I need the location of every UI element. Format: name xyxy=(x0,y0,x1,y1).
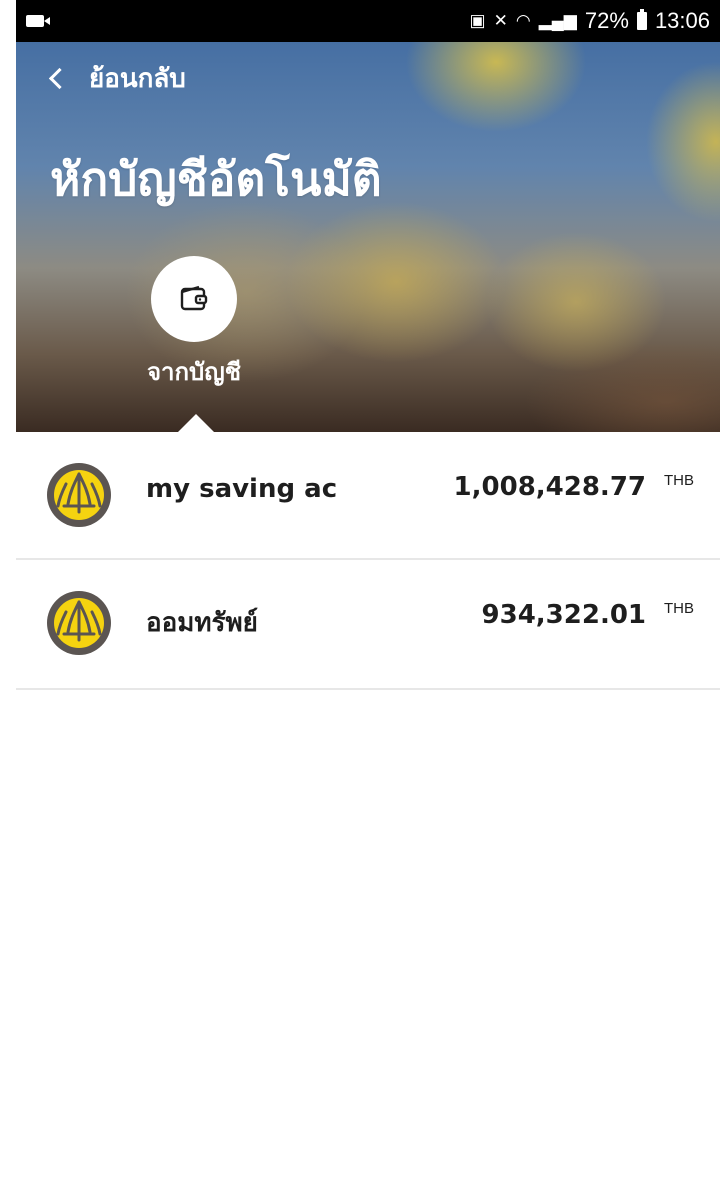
cast-icon: ▣ xyxy=(469,11,486,30)
tab-indicator xyxy=(178,414,214,432)
header-banner: ย้อนกลับ หักบัญชีอัตโนมัติ จากบัญชี xyxy=(16,42,720,432)
account-balance: 934,322.01 xyxy=(481,600,646,630)
status-bar: ▣ ✕ ◠ ▂▄▆ 72% 13:06 xyxy=(16,0,720,42)
account-name: ออมทรัพย์ xyxy=(146,608,258,638)
screen: ▣ ✕ ◠ ▂▄▆ 72% 13:06 ย้อนกลับ หักบัญชีอัต… xyxy=(0,0,720,1188)
wifi-icon: ◠ xyxy=(515,11,531,30)
signal-icon: ▂▄▆ xyxy=(538,11,577,30)
page-title: หักบัญชีอัตโนมัติ xyxy=(50,152,382,206)
chevron-left-icon xyxy=(48,67,71,90)
clock: 13:06 xyxy=(654,8,710,33)
wallet-icon-circle xyxy=(151,256,237,342)
status-right: ▣ ✕ ◠ ▂▄▆ 72% 13:06 xyxy=(470,8,710,34)
tab-from-account[interactable]: จากบัญชี xyxy=(134,256,254,391)
account-name: my saving ac xyxy=(146,474,338,504)
wallet-icon xyxy=(180,285,208,311)
battery-percent: 72% xyxy=(584,8,629,33)
account-balance: 1,008,428.77 xyxy=(453,472,646,502)
screen-edge xyxy=(0,0,16,1188)
bank-logo-icon xyxy=(47,591,111,655)
mute-icon: ✕ xyxy=(493,11,508,30)
account-list: my saving ac 1,008,428.77 THB ออมทรัพย์ … xyxy=(16,432,720,690)
back-button[interactable]: ย้อนกลับ xyxy=(46,58,186,99)
account-currency: THB xyxy=(664,600,694,617)
tab-from-account-label: จากบัญชี xyxy=(146,358,242,386)
status-left xyxy=(26,15,50,27)
video-camera-icon xyxy=(26,15,50,27)
battery-icon xyxy=(636,9,647,30)
account-row[interactable]: ออมทรัพย์ 934,322.01 THB xyxy=(16,560,720,690)
bank-logo-icon xyxy=(47,463,111,527)
account-row[interactable]: my saving ac 1,008,428.77 THB xyxy=(16,432,720,560)
account-currency: THB xyxy=(664,472,694,489)
back-label: ย้อนกลับ xyxy=(89,64,186,94)
